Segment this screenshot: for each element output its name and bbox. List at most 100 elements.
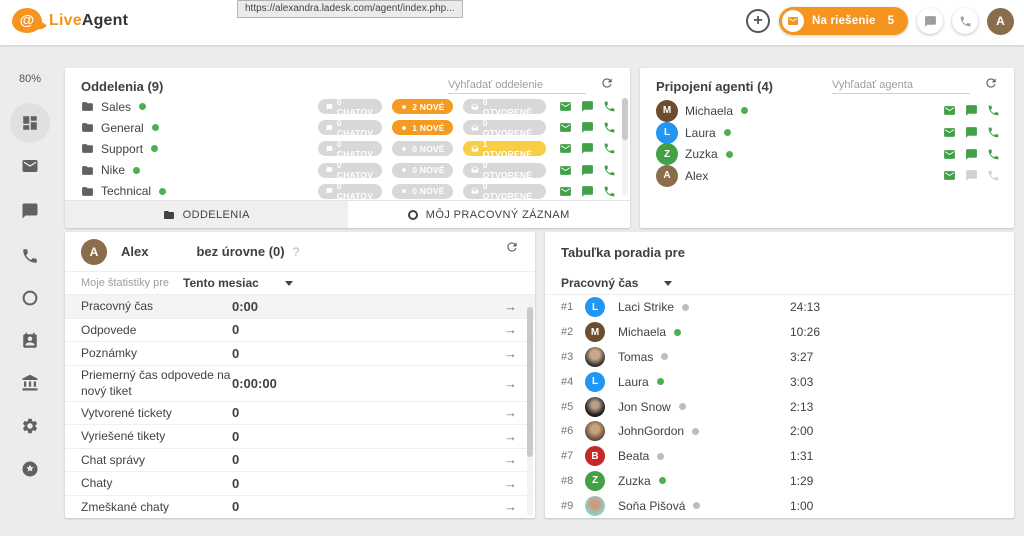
chat-icon[interactable] — [581, 164, 594, 177]
phone-icon[interactable] — [603, 164, 616, 177]
open-badge[interactable]: 0 OTVORENÉ — [463, 163, 546, 178]
mail-icon[interactable] — [559, 142, 572, 155]
chat-icon[interactable] — [965, 169, 978, 182]
leaderboard-row[interactable]: #8 Z Zuzka 1:29 — [545, 469, 1014, 494]
arrow-right-icon[interactable] — [504, 299, 517, 314]
leaderboard-row[interactable]: #7 B Beata 1:31 — [545, 444, 1014, 469]
stat-row[interactable]: Chaty 0 — [65, 472, 535, 496]
phone-icon[interactable] — [603, 100, 616, 113]
department-row[interactable]: General 0 CHATOV 1 NOVÉ 0 OTVORENÉ — [65, 117, 630, 138]
stats-period-dropdown[interactable]: Tento mesiac — [183, 276, 293, 290]
calls-button[interactable] — [952, 8, 978, 34]
sidebar-item-activity[interactable] — [10, 278, 50, 318]
chats-badge[interactable]: 0 CHATOV — [318, 99, 382, 114]
open-badge[interactable]: 0 OTVORENÉ — [463, 120, 546, 135]
sidebar-item-contacts[interactable] — [10, 321, 50, 361]
arrow-right-icon[interactable] — [504, 405, 517, 420]
department-search-input[interactable] — [448, 77, 586, 94]
arrow-right-icon[interactable] — [504, 499, 517, 514]
stat-row[interactable]: Chat správy 0 — [65, 449, 535, 473]
arrow-right-icon[interactable] — [504, 476, 517, 491]
chat-icon[interactable] — [965, 126, 978, 139]
stat-row[interactable]: Vytvorené tickety 0 — [65, 402, 535, 426]
new-badge[interactable]: 0 NOVÉ — [392, 184, 453, 199]
sidebar-item-settings[interactable] — [10, 406, 50, 446]
arrow-right-icon[interactable] — [504, 346, 517, 361]
chat-icon[interactable] — [581, 121, 594, 134]
leaderboard-row[interactable]: #5 Jon Snow 2:13 — [545, 394, 1014, 419]
chats-button[interactable] — [917, 8, 943, 34]
stat-row[interactable]: Pracovný čas 0:00 — [65, 295, 535, 319]
sidebar-item-dashboard[interactable] — [10, 103, 50, 143]
stat-row[interactable]: Vyriešené tikety 0 — [65, 425, 535, 449]
stat-row[interactable]: Zmeškané chaty 0 — [65, 496, 535, 519]
tab-my-work-report[interactable]: MÔJ PRACOVNÝ ZÁZNAM — [348, 201, 631, 228]
mail-icon[interactable] — [943, 104, 956, 117]
scrollbar[interactable] — [527, 297, 533, 516]
chat-icon[interactable] — [965, 148, 978, 161]
open-badge[interactable]: 0 OTVORENÉ — [463, 99, 546, 114]
add-button[interactable]: + — [746, 9, 770, 33]
leaderboard-row[interactable]: #6 JohnGordon 2:00 — [545, 419, 1014, 444]
mail-icon[interactable] — [943, 169, 956, 182]
phone-icon[interactable] — [603, 121, 616, 134]
leaderboard-row[interactable]: #1 L Laci Strike 24:13 — [545, 295, 1014, 320]
agent-row[interactable]: M Michaela — [640, 100, 1014, 122]
liveagent-logo[interactable]: @ LiveAgent — [12, 8, 128, 33]
agent-row[interactable]: A Alex — [640, 165, 1014, 187]
phone-icon[interactable] — [603, 185, 616, 198]
stat-row[interactable]: Odpovede 0 — [65, 319, 535, 343]
agent-row[interactable]: L Laura — [640, 122, 1014, 144]
chat-icon[interactable] — [581, 185, 594, 198]
mail-icon[interactable] — [559, 164, 572, 177]
chats-badge[interactable]: 0 CHATOV — [318, 120, 382, 135]
chats-badge[interactable]: 0 CHATOV — [318, 163, 382, 178]
new-badge[interactable]: 0 NOVÉ — [392, 163, 453, 178]
sidebar-item-gamification[interactable] — [10, 449, 50, 489]
arrow-right-icon[interactable] — [504, 322, 517, 337]
open-badge[interactable]: 0 OTVORENÉ — [463, 184, 546, 199]
new-badge[interactable]: 0 NOVÉ — [392, 141, 453, 156]
refresh-icon[interactable] — [600, 76, 614, 90]
chats-badge[interactable]: 0 CHATOV — [318, 141, 382, 156]
new-badge[interactable]: 2 NOVÉ — [392, 99, 453, 114]
department-row[interactable]: Technical 0 CHATOV 0 NOVÉ 0 OTVORENÉ — [65, 181, 630, 202]
help-icon[interactable]: ? — [293, 245, 300, 259]
chat-icon[interactable] — [581, 142, 594, 155]
sidebar-item-billing[interactable] — [10, 363, 50, 403]
agent-row[interactable]: Z Zuzka — [640, 143, 1014, 165]
phone-icon[interactable] — [987, 126, 1000, 139]
chat-icon[interactable] — [965, 104, 978, 117]
mail-icon[interactable] — [559, 121, 572, 134]
open-badge[interactable]: 1 OTVORENÉ — [463, 141, 546, 156]
mail-icon[interactable] — [559, 185, 572, 198]
refresh-icon[interactable] — [505, 240, 519, 254]
tab-departments[interactable]: ODDELENIA — [65, 201, 348, 228]
scrollbar[interactable] — [622, 98, 628, 196]
sidebar-item-tickets[interactable] — [10, 146, 50, 186]
to-solve-button[interactable]: Na riešenie 5 — [779, 7, 908, 35]
department-row[interactable]: Support 0 CHATOV 0 NOVÉ 1 OTVORENÉ — [65, 138, 630, 159]
chat-icon[interactable] — [581, 100, 594, 113]
refresh-icon[interactable] — [984, 76, 998, 90]
arrow-right-icon[interactable] — [504, 452, 517, 467]
department-row[interactable]: Sales 0 CHATOV 2 NOVÉ 0 OTVORENÉ — [65, 96, 630, 117]
leaderboard-row[interactable]: #3 Tomas 3:27 — [545, 345, 1014, 370]
leaderboard-row[interactable]: #4 L Laura 3:03 — [545, 369, 1014, 394]
mail-icon[interactable] — [943, 126, 956, 139]
mail-icon[interactable] — [559, 100, 572, 113]
department-row[interactable]: Nike 0 CHATOV 0 NOVÉ 0 OTVORENÉ — [65, 160, 630, 181]
stat-row[interactable]: Priemerný čas odpovede na nový tiket 0:0… — [65, 366, 535, 402]
phone-icon[interactable] — [987, 148, 1000, 161]
mail-icon[interactable] — [943, 148, 956, 161]
leaderboard-row[interactable]: #2 M Michaela 10:26 — [545, 320, 1014, 345]
phone-icon[interactable] — [987, 104, 1000, 117]
new-badge[interactable]: 1 NOVÉ — [392, 120, 453, 135]
phone-icon[interactable] — [603, 142, 616, 155]
leaderboard-metric-dropdown[interactable]: Pracovný čas — [561, 276, 672, 290]
stat-row[interactable]: Poznámky 0 — [65, 342, 535, 366]
user-avatar[interactable]: A — [987, 8, 1014, 35]
arrow-right-icon[interactable] — [504, 429, 517, 444]
phone-icon[interactable] — [987, 169, 1000, 182]
sidebar-item-calls[interactable] — [10, 236, 50, 276]
